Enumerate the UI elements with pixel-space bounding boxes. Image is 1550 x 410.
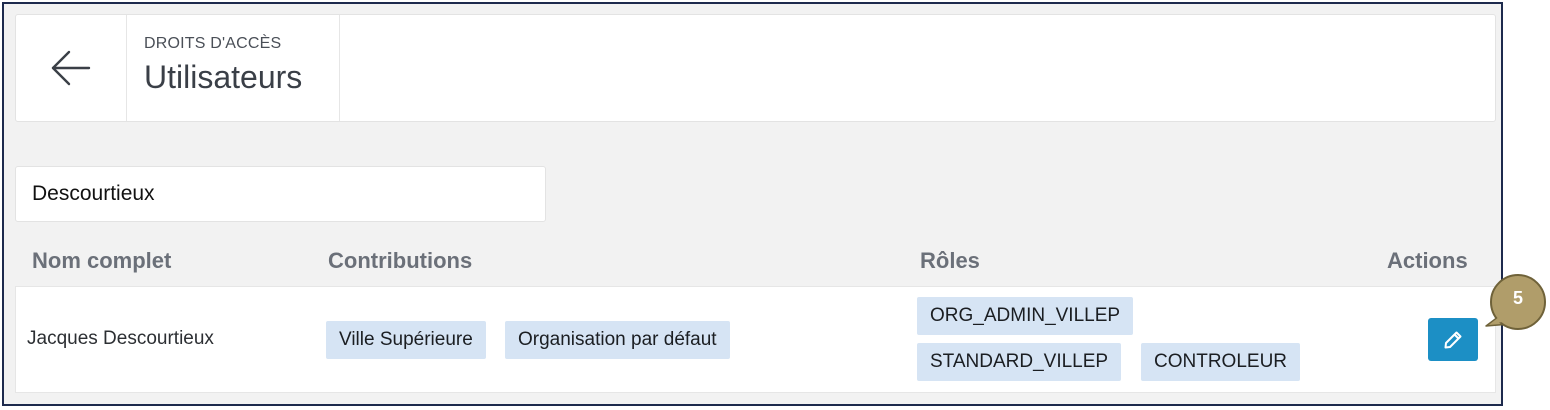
page-title: Utilisateurs xyxy=(144,59,303,95)
edit-user-button[interactable] xyxy=(1428,318,1478,361)
callout-number: 5 xyxy=(1512,288,1523,308)
app-frame: DROITS D'ACCÈS Utilisateurs Nom complet … xyxy=(2,2,1503,406)
user-full-name: Jacques Descourtieux xyxy=(27,328,214,349)
column-header-contributions[interactable]: Contributions xyxy=(328,248,472,274)
table-row[interactable]: Jacques Descourtieux Ville Supérieure Or… xyxy=(15,286,1496,393)
title-block: DROITS D'ACCÈS Utilisateurs xyxy=(126,15,340,121)
pencil-icon xyxy=(1444,331,1462,348)
column-header-roles[interactable]: Rôles xyxy=(920,248,980,274)
breadcrumb: DROITS D'ACCÈS xyxy=(144,35,282,52)
role-tag: STANDARD_VILLEP xyxy=(917,343,1122,381)
role-tag: ORG_ADMIN_VILLEP xyxy=(917,297,1134,335)
role-tag: CONTROLEUR xyxy=(1141,343,1301,381)
search-input[interactable] xyxy=(15,166,546,222)
contribution-tag: Ville Supérieure xyxy=(326,321,486,359)
column-header-actions: Actions xyxy=(1387,248,1468,273)
column-header-name[interactable]: Nom complet xyxy=(32,248,171,274)
arrow-left-icon xyxy=(51,50,91,86)
page-header: DROITS D'ACCÈS Utilisateurs xyxy=(15,14,1496,122)
back-button[interactable] xyxy=(16,15,127,121)
contribution-tag: Organisation par défaut xyxy=(505,321,730,359)
